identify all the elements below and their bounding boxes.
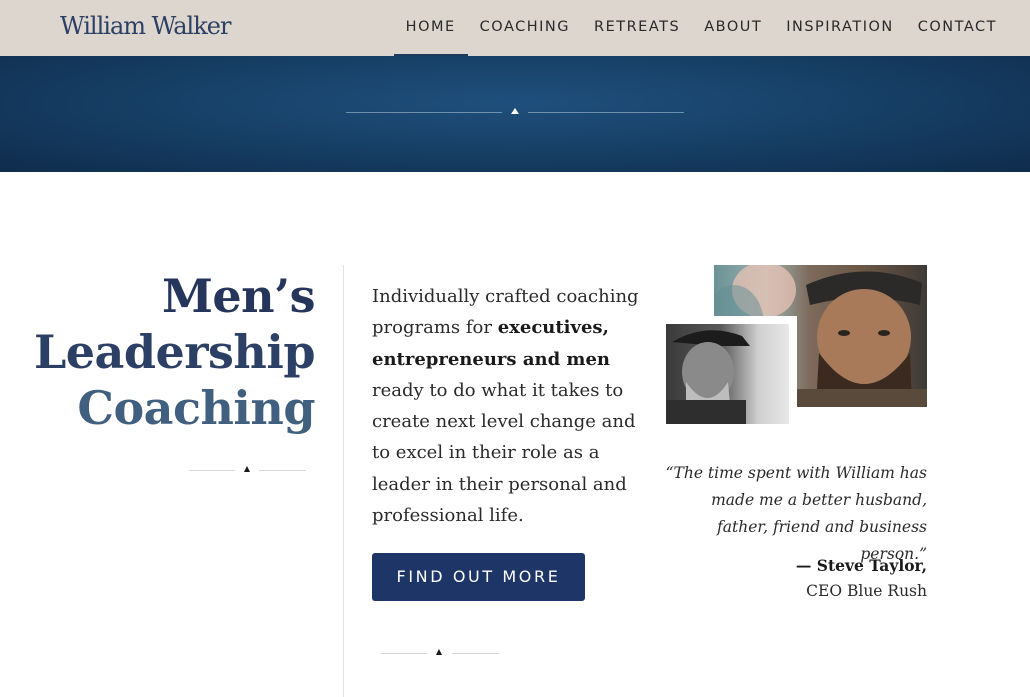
title-divider-left — [189, 470, 235, 471]
older-man-photo — [658, 316, 797, 432]
cta-divider-left — [381, 653, 427, 654]
title-line-2: Leadership — [33, 325, 316, 379]
nav-retreats[interactable]: RETREATS — [594, 0, 680, 56]
column-divider — [343, 265, 344, 697]
banner-divider-right — [528, 112, 684, 113]
title-line-1: Men’s — [161, 269, 316, 323]
banner-divider-left — [346, 112, 502, 113]
nav-contact[interactable]: CONTACT — [918, 0, 997, 56]
testimonial-quote: “The time spent with William has made me… — [665, 464, 927, 563]
cta-divider-right — [452, 653, 499, 654]
site-logo[interactable]: William Walker — [60, 12, 231, 40]
title-triangle-icon — [244, 466, 250, 472]
nav-about[interactable]: ABOUT — [704, 0, 762, 56]
nav-home[interactable]: HOME — [393, 0, 468, 56]
find-out-more-button[interactable]: FIND OUT MORE — [372, 553, 585, 601]
hero-banner — [0, 56, 1030, 172]
cta-triangle-icon — [436, 649, 442, 655]
nav-inspiration[interactable]: INSPIRATION — [786, 0, 894, 56]
testimonial-author-title: CEO Blue Rush — [806, 582, 927, 600]
site-header: William Walker HOME COACHING RETREATS AB… — [0, 0, 1030, 56]
page-title: Men’s Leadership Coaching — [33, 268, 316, 436]
testimonial-author: — Steve Taylor, — [795, 556, 927, 575]
banner-triangle-icon — [511, 108, 519, 114]
main-nav: HOME COACHING RETREATS ABOUT INSPIRATION… — [382, 0, 997, 56]
title-divider-right — [259, 470, 306, 471]
intro-paragraph: Individually crafted coaching programs f… — [372, 281, 642, 531]
intro-text-end: ready to do what it takes to create next… — [372, 379, 636, 527]
nav-coaching[interactable]: COACHING — [480, 0, 570, 56]
title-line-3: Coaching — [77, 381, 315, 435]
